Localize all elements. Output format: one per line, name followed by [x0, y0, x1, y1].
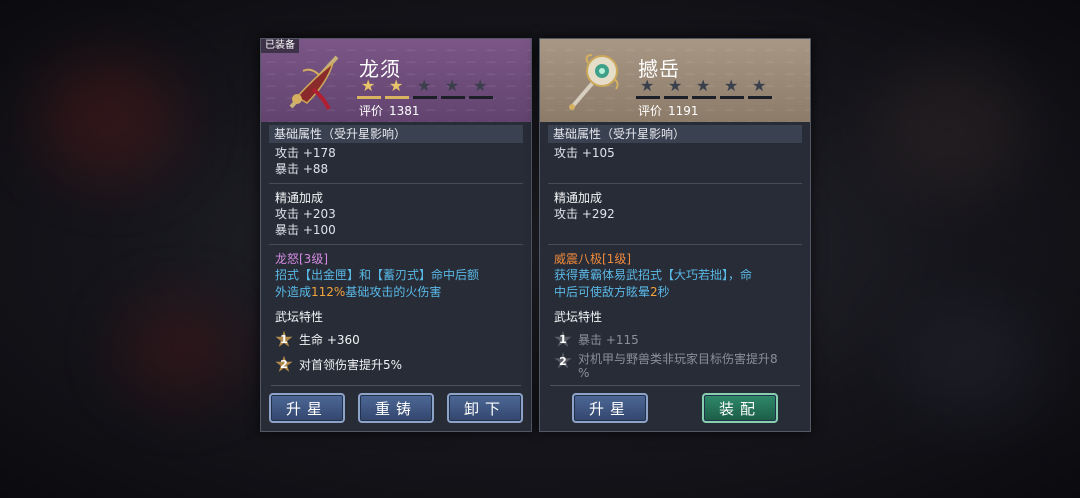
mace-icon: [569, 54, 619, 110]
mastery-stat: 攻击 +203: [275, 207, 336, 221]
trait-star-icon: 2: [554, 352, 572, 370]
base-stat: 攻击 +178: [275, 146, 336, 160]
weapon-header: 已装备 龙须 ★ ★ ★ ★ ★ 评价 1381: [261, 39, 531, 122]
background-glow: [120, 300, 240, 400]
trait-text: 生命 +360: [299, 333, 360, 347]
divider: [269, 183, 523, 184]
divider: [548, 244, 802, 245]
star-slot: ★: [636, 77, 662, 99]
upgrade-star-button[interactable]: 升星: [269, 393, 345, 423]
skill-description: 外造成112%基础攻击的火伤害: [275, 285, 442, 299]
star-icon: ★: [473, 76, 488, 95]
score-label: 评价: [638, 104, 663, 118]
mastery-stat: 攻击 +292: [554, 207, 615, 221]
star-icon: ★: [640, 76, 655, 95]
skill-description: 招式【出金匣】和【蓄刃式】命中后额: [275, 268, 480, 282]
base-stat: 攻击 +105: [554, 146, 615, 160]
weapon-header: 撼岳 ★ ★ ★ ★ ★ 评价 1191: [540, 39, 810, 122]
sword-icon: [289, 55, 339, 110]
equipped-weapon-card: 已装备 龙须 ★ ★ ★ ★ ★ 评价 1381 基础属性（受升星影响） 攻击 +…: [260, 38, 532, 432]
trait-row: 1 暴击 +115: [548, 327, 802, 352]
trait-row: 1 生命 +360: [269, 327, 523, 352]
trait-text: 对首领伤害提升5%: [299, 358, 403, 372]
star-icon: ★: [668, 76, 683, 95]
star-icon: ★: [417, 76, 432, 95]
star-slot: ★: [385, 77, 411, 99]
star-slot: ★: [748, 77, 774, 99]
star-slot: ★: [441, 77, 467, 99]
star-slot: ★: [720, 77, 746, 99]
mastery-title: 精通加成: [275, 191, 324, 205]
compare-weapon-card: 撼岳 ★ ★ ★ ★ ★ 评价 1191 基础属性（受升星影响） 攻击 +105 …: [539, 38, 811, 432]
trait-row: 2 对首领伤害提升5%: [269, 352, 523, 377]
base-stat: 暴击 +88: [275, 162, 329, 176]
star-slot: ★: [357, 77, 383, 99]
star-icon: ★: [389, 76, 404, 95]
divider: [550, 385, 800, 386]
star-icon: ★: [361, 76, 376, 95]
background-glow: [870, 60, 1030, 200]
star-icon: ★: [445, 76, 460, 95]
score-value: 1191: [668, 104, 699, 118]
mastery-title: 精通加成: [554, 191, 603, 205]
star-rating: ★ ★ ★ ★ ★: [636, 77, 774, 99]
base-attributes-title: 基础属性（受升星影响）: [269, 125, 523, 143]
trait-star-icon: 2: [275, 356, 293, 374]
divider: [269, 244, 523, 245]
star-icon: ★: [752, 76, 767, 95]
star-icon: ★: [724, 76, 739, 95]
upgrade-star-button[interactable]: 升星: [572, 393, 648, 423]
button-row: 升星 重铸 卸下: [269, 393, 523, 425]
star-rating: ★ ★ ★ ★ ★: [357, 77, 495, 99]
trait-star-icon: 1: [275, 331, 293, 349]
trait-star-icon: 1: [554, 331, 572, 349]
reforge-button[interactable]: 重铸: [358, 393, 434, 423]
equip-button[interactable]: 装配: [702, 393, 778, 423]
score: 评价 1381: [359, 102, 426, 119]
trait-text: 对机甲与野兽类非玩家目标伤害提升8 %: [578, 352, 778, 380]
skill-description: 中后可使敌方眩晕2秒: [554, 285, 670, 299]
mastery-stat: 暴击 +100: [275, 223, 336, 237]
skill-name: 龙怒[3级]: [275, 252, 328, 266]
trait-title: 武坛特性: [554, 310, 603, 324]
trait-title: 武坛特性: [275, 310, 324, 324]
base-attributes-title: 基础属性（受升星影响）: [548, 125, 802, 143]
divider: [271, 385, 521, 386]
star-icon: ★: [696, 76, 711, 95]
score-value: 1381: [389, 104, 420, 118]
star-slot: ★: [413, 77, 439, 99]
trait-text: 暴击 +115: [578, 333, 639, 347]
background-glow: [40, 60, 180, 180]
star-slot: ★: [469, 77, 495, 99]
score-label: 评价: [359, 104, 384, 118]
score: 评价 1191: [638, 102, 705, 119]
skill-description: 获得黄霸体易武招式【大巧若拙】，命: [554, 268, 753, 282]
star-slot: ★: [692, 77, 718, 99]
background-glow: [900, 300, 1040, 420]
skill-name: 威震八极[1级]: [554, 252, 631, 266]
divider: [548, 183, 802, 184]
trait-row: 2 对机甲与野兽类非玩家目标伤害提升8 %: [548, 352, 802, 382]
button-row: 升星 装配: [548, 393, 802, 425]
unequip-button[interactable]: 卸下: [447, 393, 523, 423]
star-slot: ★: [664, 77, 690, 99]
